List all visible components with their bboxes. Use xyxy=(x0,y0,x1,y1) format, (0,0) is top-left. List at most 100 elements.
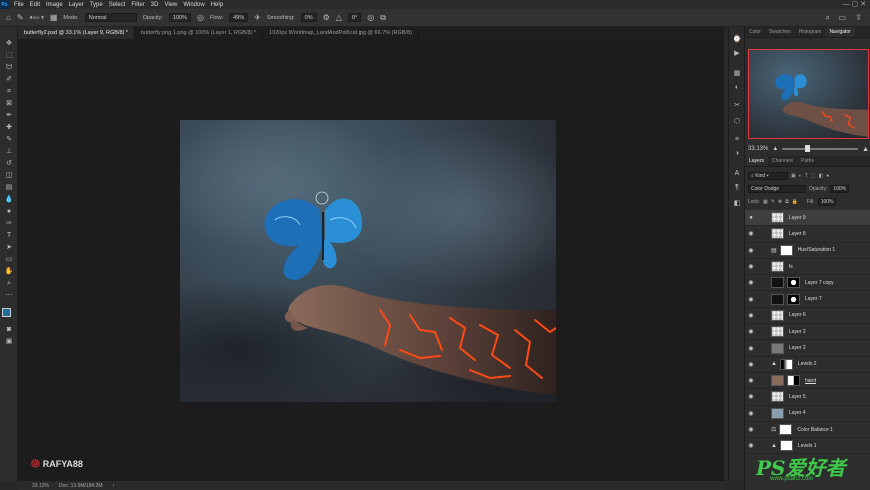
menu-help[interactable]: Help xyxy=(211,2,223,8)
layer-row[interactable]: ◉ ⚖ Color Balance 1 xyxy=(745,422,870,439)
eye-icon[interactable]: ◉ xyxy=(745,263,757,270)
libraries-panel-icon[interactable]: ✂ xyxy=(732,101,742,111)
layer-row[interactable]: ◉ Layer 8 xyxy=(745,226,870,243)
history-panel-icon[interactable]: ⌚ xyxy=(732,35,742,45)
lock-all-icon[interactable]: 🔒 xyxy=(792,199,798,205)
adjustments-panel-icon[interactable]: ◐ xyxy=(732,83,742,93)
pressure-size-icon[interactable]: ◎ xyxy=(367,13,374,22)
lock-position-icon[interactable]: ✥ xyxy=(778,199,782,205)
blend-mode-select[interactable]: Color Dodge xyxy=(748,185,806,193)
tab-navigator[interactable]: Navigator xyxy=(825,27,855,37)
menu-window[interactable]: Window xyxy=(183,2,204,8)
smoothing-options-icon[interactable]: ⚙ xyxy=(323,13,330,22)
lock-transparent-icon[interactable]: ▦ xyxy=(763,199,768,205)
menu-3d[interactable]: 3D xyxy=(151,2,159,8)
menu-filter[interactable]: Filter xyxy=(131,2,144,8)
marquee-tool-icon[interactable]: ⬚ xyxy=(4,51,14,60)
eye-icon[interactable]: ◉ xyxy=(745,230,757,237)
smoothing-input[interactable]: 0% xyxy=(300,13,317,22)
filter-pixel-icon[interactable]: ▣ xyxy=(791,173,796,179)
lock-artboard-icon[interactable]: ⧉ xyxy=(785,199,789,205)
tab-histogram[interactable]: Histogram xyxy=(795,27,826,37)
healing-tool-icon[interactable]: ✚ xyxy=(4,123,14,132)
layer-row[interactable]: ◉ Layer 4 xyxy=(745,406,870,422)
eye-icon[interactable]: ◉ xyxy=(745,426,757,433)
eye-icon[interactable]: ◉ xyxy=(745,345,757,352)
crop-tool-icon[interactable]: ⌗ xyxy=(4,87,14,96)
document-image[interactable] xyxy=(180,120,556,402)
gradient-tool-icon[interactable]: ▤ xyxy=(4,183,14,192)
clone-stamp-tool-icon[interactable]: ⊥ xyxy=(4,147,14,156)
layer-row[interactable]: ◉ fx xyxy=(745,259,870,276)
layer-mask[interactable] xyxy=(779,424,793,435)
blur-tool-icon[interactable]: 💧 xyxy=(4,195,14,204)
eye-icon[interactable]: ◉ xyxy=(745,393,757,400)
fill-input[interactable]: 100% xyxy=(817,198,837,206)
window-controls[interactable]: — ▢ ✕ xyxy=(843,0,866,8)
properties-panel-icon[interactable]: ▦ xyxy=(732,69,742,79)
paragraph-panel-icon[interactable]: ¶ xyxy=(732,183,742,193)
eraser-tool-icon[interactable]: ◫ xyxy=(4,171,14,180)
eye-icon[interactable]: ◉ xyxy=(745,312,757,319)
home-icon[interactable]: ⌂ xyxy=(6,13,11,22)
menu-select[interactable]: Select xyxy=(109,2,126,8)
filter-type-icon[interactable]: T xyxy=(805,173,808,179)
eye-icon[interactable]: ◉ xyxy=(745,410,757,417)
status-arrow-icon[interactable]: › xyxy=(113,483,115,489)
layer-row[interactable]: ◉ Layer 7 xyxy=(745,291,870,308)
tab-butterfly-png[interactable]: butterfly png 1.png @ 100% (Layer 1, RGB… xyxy=(135,27,264,39)
layer-mask[interactable] xyxy=(787,277,800,289)
eye-icon[interactable]: ● xyxy=(745,215,757,221)
navigator-thumbnail[interactable] xyxy=(748,49,869,139)
search-icon[interactable]: ⌕ xyxy=(826,13,830,23)
quick-mask-icon[interactable]: ◙ xyxy=(4,325,14,334)
layer-opacity-input[interactable]: 100% xyxy=(830,185,850,193)
brush-tool-icon[interactable]: ✎ xyxy=(17,13,24,22)
eye-icon[interactable]: ◉ xyxy=(745,328,757,335)
slider-handle[interactable] xyxy=(805,145,811,152)
frame-tool-icon[interactable]: ⊠ xyxy=(4,99,14,108)
zoom-tool-icon[interactable]: ⌕ xyxy=(4,279,14,288)
eye-icon[interactable]: ◉ xyxy=(745,247,757,254)
zoom-out-icon[interactable]: ▲ xyxy=(772,146,778,152)
filter-smart-icon[interactable]: ◧ xyxy=(819,173,824,179)
layer-mask[interactable] xyxy=(787,293,800,305)
layer-row[interactable]: ◉ Layer 7 copy xyxy=(745,275,870,292)
history-brush-tool-icon[interactable]: ↺ xyxy=(4,159,14,168)
brush-settings-panel-icon[interactable]: ≡ xyxy=(732,135,742,145)
character-panel-icon[interactable]: A xyxy=(732,169,742,179)
eye-icon[interactable]: ◉ xyxy=(745,279,757,286)
tab-paths[interactable]: Paths xyxy=(797,156,818,166)
clone-source-icon[interactable]: ◑ xyxy=(732,149,742,159)
navigator-view-box[interactable] xyxy=(748,49,869,139)
layer-comps-icon[interactable]: ◧ xyxy=(732,199,742,209)
opacity-input[interactable]: 100% xyxy=(168,13,191,22)
shape-tool-icon[interactable]: ▭ xyxy=(4,255,14,264)
eye-icon[interactable]: ◉ xyxy=(745,442,757,449)
lock-pixels-icon[interactable]: ✎ xyxy=(771,199,775,205)
layer-row[interactable]: ◉ Layer 5 xyxy=(745,389,870,406)
layer-row[interactable]: ● Layer 9 xyxy=(745,210,870,227)
eye-icon[interactable]: ◉ xyxy=(745,296,757,303)
eyedropper-tool-icon[interactable]: ✒ xyxy=(4,111,14,120)
eye-icon[interactable]: ◉ xyxy=(745,377,757,384)
tab-color[interactable]: Color xyxy=(745,27,765,37)
navigator-zoom-slider[interactable] xyxy=(782,145,859,152)
pressure-opacity-icon[interactable]: ◎ xyxy=(197,13,204,22)
foreground-color-swatch[interactable] xyxy=(2,308,11,317)
quick-select-tool-icon[interactable]: ✐ xyxy=(4,75,14,84)
lasso-tool-icon[interactable]: ᗢ xyxy=(4,63,14,72)
symmetry-icon[interactable]: ⧉ xyxy=(380,13,386,23)
menu-file[interactable]: File xyxy=(14,2,24,8)
brush-preset-picker[interactable]: ●500 ▾ xyxy=(30,15,44,21)
zoom-in-icon[interactable]: ▲ xyxy=(862,146,869,153)
flow-input[interactable]: 49% xyxy=(229,13,249,22)
brush-settings-icon[interactable]: ▦ xyxy=(50,13,58,22)
tab-butterfly2[interactable]: butterfly2.psd @ 33.1% (Layer 9, RGB/8) … xyxy=(18,27,136,39)
layer-row[interactable]: ◉ ▤ Hue/Saturation 1 xyxy=(745,243,870,259)
layer-mask[interactable] xyxy=(779,440,793,452)
layer-row[interactable]: ◉ hand xyxy=(745,373,870,390)
brush-tool-icon-left[interactable]: ✎ xyxy=(4,135,14,144)
status-zoom[interactable]: 33.13% xyxy=(32,483,49,489)
navigator-zoom-value[interactable]: 33.13% xyxy=(748,146,768,152)
